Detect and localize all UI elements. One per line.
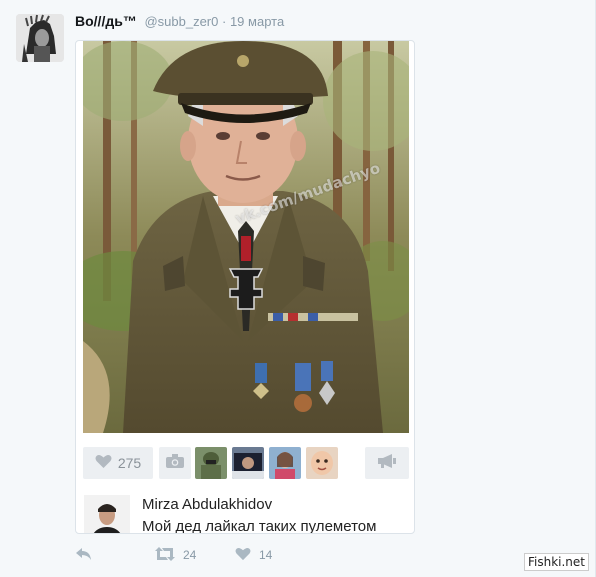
author-avatar[interactable] (16, 14, 64, 62)
comment-text: Мой дед лайкал таких пулеметом (142, 518, 377, 534)
heart-icon (235, 547, 251, 564)
camera-button[interactable] (159, 447, 191, 479)
like-counter[interactable]: 275 (83, 447, 153, 479)
liker-avatar-baby[interactable] (306, 447, 338, 479)
liker-avatar-girl[interactable] (269, 447, 301, 479)
author-handle[interactable]: @subb_zer0 (144, 14, 218, 29)
tweet-actions: 24 14 (75, 543, 375, 567)
separator-dot: · (221, 14, 227, 29)
post-photo[interactable]: vk.com/mudachyo (83, 41, 409, 433)
tweet-header: Во///дь™ @subb_zer0 · 19 марта (75, 13, 284, 31)
like-count: 275 (117, 455, 142, 471)
media-card[interactable]: vk.com/mudachyo 275 Mirza Abdulakhidov М… (75, 40, 415, 534)
reply-icon (75, 547, 93, 564)
like-count-tweet: 14 (259, 548, 273, 562)
retweet-button[interactable]: 24 (155, 543, 196, 567)
author-name[interactable]: Во///дь™ (75, 13, 137, 29)
site-watermark: Fishki.net (523, 553, 589, 571)
retweet-count: 24 (183, 548, 197, 562)
like-button[interactable]: 14 (235, 543, 272, 567)
tweet: Во///дь™ @subb_zer0 · 19 марта vk.com/mu… (0, 0, 596, 577)
megaphone-icon (378, 453, 396, 473)
comment-avatar[interactable] (84, 495, 130, 533)
share-button[interactable] (365, 447, 409, 479)
retweet-icon (155, 546, 175, 564)
comment-author[interactable]: Mirza Abdulakhidov (142, 496, 272, 513)
heart-icon (95, 454, 112, 472)
camera-icon (166, 453, 184, 473)
tweet-date[interactable]: 19 марта (230, 14, 284, 29)
liker-avatar-car[interactable] (232, 447, 264, 479)
vk-like-bar: 275 (83, 445, 409, 481)
liker-avatar-soldier[interactable] (195, 447, 227, 479)
reply-button[interactable] (75, 543, 93, 567)
